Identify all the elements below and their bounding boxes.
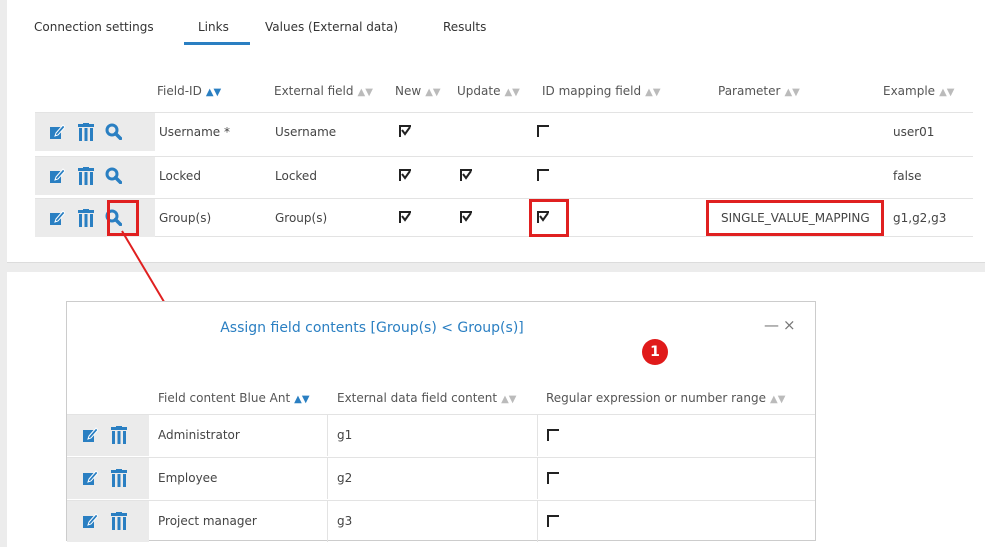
column-divider [537, 415, 538, 456]
regex-checkbox[interactable] [547, 515, 560, 528]
column-header-field-content[interactable]: Field content Blue Ant ▲▼ [158, 391, 310, 405]
sort-both-icon: ▲▼ [770, 394, 786, 405]
column-header-regular-expression[interactable]: Regular expression or number range ▲▼ [546, 391, 785, 405]
trash-icon[interactable] [111, 426, 127, 444]
close-button[interactable]: × [783, 316, 796, 334]
column-header-external-data-field-content[interactable]: External data field content ▲▼ [337, 391, 517, 405]
column-divider [327, 501, 328, 542]
column-divider [537, 458, 538, 499]
edit-icon[interactable] [82, 513, 98, 529]
regex-checkbox[interactable] [547, 472, 560, 485]
field-content-cell: Project manager [158, 514, 257, 528]
regex-checkbox[interactable] [547, 429, 560, 442]
minimize-button[interactable]: — [764, 316, 779, 334]
list-item: Employee g2 [67, 457, 815, 499]
external-content-cell: g1 [337, 428, 353, 442]
field-content-cell: Administrator [158, 428, 240, 442]
dialog-title: Assign field contents [Group(s) < Group(… [220, 320, 524, 336]
external-content-cell: g2 [337, 471, 353, 485]
sort-both-icon: ▲▼ [501, 394, 517, 405]
trash-icon[interactable] [111, 469, 127, 487]
list-item: Project manager g3 [67, 500, 815, 542]
edit-icon[interactable] [82, 470, 98, 486]
row-actions [67, 458, 149, 499]
edit-icon[interactable] [82, 427, 98, 443]
list-item: Administrator g1 [67, 414, 815, 456]
assign-field-contents-dialog: Assign field contents [Group(s) < Group(… [66, 301, 816, 542]
row-actions [67, 501, 149, 542]
column-divider [327, 458, 328, 499]
trash-icon[interactable] [111, 512, 127, 530]
external-content-cell: g3 [337, 514, 353, 528]
column-divider [537, 501, 538, 542]
annotation-badge: 1 [642, 339, 668, 365]
sort-arrow-icon: ▲▼ [294, 394, 310, 405]
field-content-cell: Employee [158, 471, 218, 485]
row-actions [67, 415, 149, 456]
column-divider [327, 415, 328, 456]
